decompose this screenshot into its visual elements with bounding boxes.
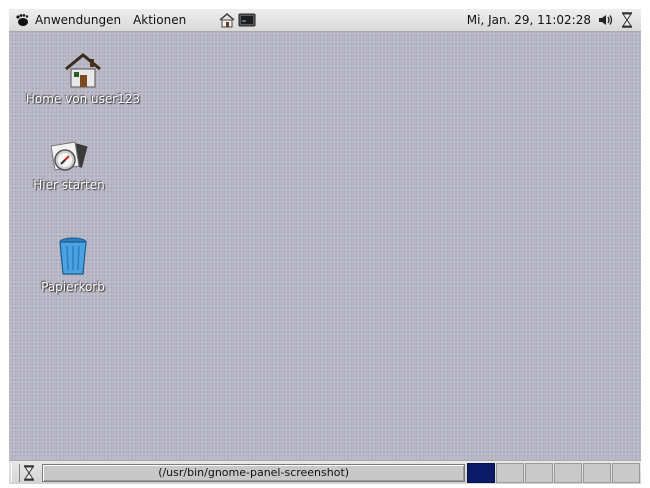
desktop[interactable]: Home von user123 Hier starten Papierkorb <box>9 32 641 460</box>
terminal-launcher-icon[interactable] <box>238 12 256 28</box>
panel-handle[interactable] <box>11 463 21 482</box>
taskbar-button[interactable]: (/usr/bin/gnome-panel-screenshot) <box>42 463 465 482</box>
actions-menu[interactable]: Aktionen <box>127 9 192 31</box>
top-panel: Anwendungen Aktionen Mi, Jan. 29, 11:02:… <box>9 9 641 32</box>
workspace-1[interactable] <box>467 462 495 483</box>
workspace-2[interactable] <box>496 462 524 483</box>
desktop-icon-label: Papierkorb <box>41 280 105 294</box>
workspace-6[interactable] <box>612 462 640 483</box>
workspace-5[interactable] <box>583 462 611 483</box>
hourglass-icon[interactable] <box>619 12 635 28</box>
workspace-switcher[interactable] <box>467 462 641 483</box>
bottom-panel: (/usr/bin/gnome-panel-screenshot) <box>9 460 641 484</box>
gnome-foot-icon <box>15 13 29 27</box>
desktop-icon-home[interactable]: Home von user123 <box>13 50 153 106</box>
hourglass-icon[interactable] <box>22 464 36 481</box>
applications-menu[interactable]: Anwendungen <box>9 9 127 31</box>
desktop-icon-label: Hier starten <box>33 178 105 192</box>
actions-menu-label: Aktionen <box>133 13 187 27</box>
trash-icon <box>59 237 87 275</box>
desktop-icon-label: Home von user123 <box>25 92 141 106</box>
start-here-icon <box>50 141 88 171</box>
desktop-icon-trash[interactable]: Papierkorb <box>3 234 143 294</box>
screen: Anwendungen Aktionen Mi, Jan. 29, 11:02:… <box>0 0 650 488</box>
clock[interactable]: Mi, Jan. 29, 11:02:28 <box>467 13 591 27</box>
workspace-3[interactable] <box>525 462 553 483</box>
home-folder-icon <box>65 53 101 88</box>
applications-menu-label: Anwendungen <box>35 13 122 27</box>
workspace-4[interactable] <box>554 462 582 483</box>
desktop-icon-start-here[interactable]: Hier starten <box>0 136 139 192</box>
volume-icon[interactable] <box>597 12 613 28</box>
home-launcher-icon[interactable] <box>218 12 236 28</box>
